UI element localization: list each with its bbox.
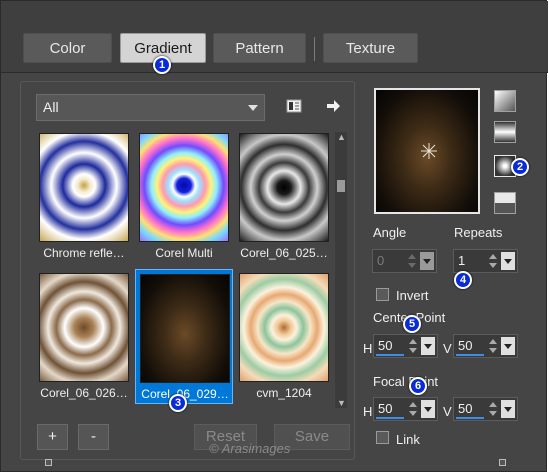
scrollbar-thumb[interactable] — [337, 180, 345, 192]
category-dropdown-value: All — [43, 99, 59, 115]
category-dropdown[interactable]: All — [36, 94, 265, 121]
spin-arrows-icon[interactable] — [487, 337, 499, 355]
focal-h-label: H — [363, 404, 373, 419]
center-h-label: H — [363, 341, 373, 356]
gallery-item[interactable]: cvm_1204 — [235, 269, 333, 404]
chevron-down-icon — [248, 105, 258, 111]
gallery-caption: Corel_06_026… — [40, 386, 128, 400]
center-v-label: V — [443, 341, 452, 356]
step-badge-5: 5 — [403, 315, 421, 333]
tab-separator — [314, 37, 315, 61]
tab-bar: Color Gradient Pattern Texture — [1, 1, 548, 73]
focal-h-level — [376, 417, 404, 419]
link-label: Link — [396, 432, 420, 447]
step-badge-1: 1 — [153, 56, 171, 74]
spin-arrows-icon[interactable] — [407, 400, 419, 418]
focal-v-spinner[interactable]: 50 — [453, 397, 518, 421]
arrow-right-icon[interactable] — [323, 96, 343, 116]
link-checkbox[interactable] — [376, 431, 389, 444]
gallery-item[interactable]: Chrome refle… — [35, 129, 133, 264]
center-v-spinner[interactable]: 50 — [453, 334, 518, 358]
gallery-item[interactable]: Corel_06_026… — [35, 269, 133, 404]
gradient-dialog: Color Gradient Pattern Texture All Chrom… — [0, 0, 548, 472]
gallery-scrollbar[interactable]: ▲ ▼ — [335, 132, 347, 408]
center-h-value: 50 — [378, 338, 393, 353]
spin-arrows-icon[interactable] — [406, 252, 418, 270]
tab-pattern[interactable]: Pattern — [213, 33, 306, 63]
step-badge-3: 3 — [169, 394, 187, 412]
gallery-item-selected[interactable]: Corel_06_029… — [135, 269, 233, 404]
angle-label: Angle — [373, 225, 407, 240]
center-v-level — [456, 354, 484, 356]
spin-arrows-icon[interactable] — [407, 337, 419, 355]
spin-arrows-icon[interactable] — [487, 252, 499, 270]
gallery-item[interactable]: Corel Multi — [135, 129, 233, 264]
repeats-label: Repeats — [454, 225, 503, 240]
focal-h-value: 50 — [378, 401, 393, 416]
remove-button[interactable]: - — [78, 424, 109, 450]
gallery-caption: Corel_06_025… — [240, 246, 328, 260]
angle-value: 0 — [377, 253, 385, 268]
step-badge-4: 4 — [454, 271, 472, 289]
center-h-spinner[interactable]: 50 — [373, 334, 438, 358]
focal-v-value: 50 — [458, 401, 473, 416]
chevron-down-icon[interactable] — [421, 400, 435, 418]
gradient-thumbnail — [239, 273, 329, 382]
gallery-caption: Chrome refle… — [43, 246, 125, 260]
library-icon[interactable] — [284, 96, 304, 116]
resize-grip-right — [499, 459, 506, 466]
gradient-preview[interactable] — [374, 88, 480, 214]
focal-v-level — [456, 417, 484, 419]
center-v-value: 50 — [458, 338, 473, 353]
gradient-thumbnail — [39, 133, 129, 242]
tab-color[interactable]: Color — [23, 33, 112, 63]
gradient-thumbnail — [239, 133, 329, 242]
step-badge-6: 6 — [409, 377, 427, 395]
focal-h-spinner[interactable]: 50 — [373, 397, 438, 421]
repeats-spinner[interactable]: 1 — [453, 249, 518, 273]
gallery-item[interactable]: Corel_06_025… — [235, 129, 333, 264]
watermark: © Arasimages — [209, 441, 291, 456]
chevron-down-icon[interactable] — [501, 400, 515, 418]
rectangular-style-icon[interactable] — [494, 121, 516, 143]
step-badge-2: 2 — [511, 158, 529, 176]
chevron-down-icon[interactable] — [421, 337, 435, 355]
gradient-thumbnail — [39, 273, 129, 382]
gradient-thumbnail — [139, 133, 229, 242]
gradient-thumbnail — [140, 274, 230, 383]
focal-point-label: Focal Point — [373, 374, 439, 389]
scroll-up-icon[interactable]: ▲ — [337, 132, 346, 142]
scroll-down-icon[interactable]: ▼ — [337, 398, 346, 408]
linear-style-icon[interactable] — [494, 90, 516, 112]
resize-grip-left — [45, 459, 52, 466]
invert-label: Invert — [396, 288, 429, 303]
chevron-down-icon[interactable] — [501, 252, 515, 270]
center-h-level — [376, 354, 404, 356]
chevron-down-icon[interactable] — [501, 337, 515, 355]
gallery-caption: Corel Multi — [155, 246, 213, 260]
focal-v-label: V — [443, 404, 452, 419]
chevron-down-icon[interactable] — [420, 252, 434, 270]
repeats-value: 1 — [458, 253, 466, 268]
gradient-gallery: Chrome refle… Corel Multi Corel_06_025… … — [35, 129, 335, 407]
focal-point-crosshair-icon[interactable] — [420, 142, 438, 160]
invert-checkbox[interactable] — [376, 288, 389, 301]
add-button[interactable]: + — [37, 424, 68, 450]
spin-arrows-icon[interactable] — [487, 400, 499, 418]
gallery-caption: cvm_1204 — [256, 386, 312, 400]
angle-spinner[interactable]: 0 — [372, 249, 437, 273]
sunburst-style-icon[interactable] — [494, 192, 516, 214]
tab-texture[interactable]: Texture — [323, 33, 418, 63]
